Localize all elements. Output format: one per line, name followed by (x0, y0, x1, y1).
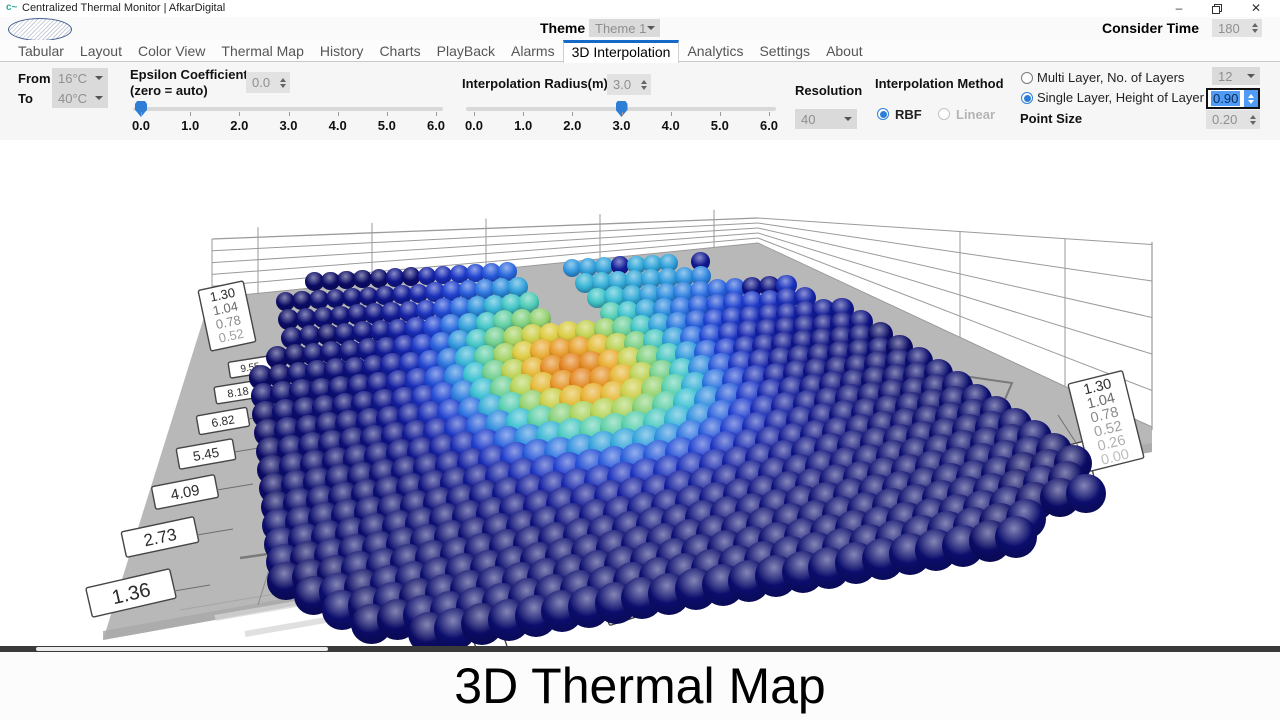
epsilon-slider-track[interactable] (133, 107, 443, 111)
resolution-label: Resolution (795, 83, 862, 98)
resolution-select[interactable]: 40 (795, 109, 857, 129)
slider-tick (338, 112, 339, 116)
multi-layer-label: Multi Layer, No. of Layers (1037, 70, 1184, 85)
rbf-radio-label: RBF (895, 107, 922, 122)
epsilon-spinner[interactable]: 0.0 (246, 72, 290, 93)
theme-label: Theme (540, 20, 585, 36)
spinner-arrows-icon[interactable] (1248, 23, 1262, 33)
from-select[interactable]: 16°C (52, 68, 108, 88)
spinner-arrows-icon[interactable] (276, 78, 290, 88)
theme-select[interactable]: Theme 1 (589, 19, 660, 37)
restore-button[interactable] (1201, 0, 1233, 17)
tab-color-view[interactable]: Color View (130, 40, 213, 62)
footer-caption-area: 3D Thermal Map (0, 652, 1280, 720)
thermal-sphere-field (0, 140, 1280, 646)
slider-tick (474, 112, 475, 116)
slider-tick-label: 0.0 (457, 118, 491, 133)
tab-tabular[interactable]: Tabular (10, 40, 72, 62)
slider-tick-label: 3.0 (272, 118, 306, 133)
radius-label: Interpolation Radius(m) (462, 76, 608, 91)
slider-tick-label: 3.0 (605, 118, 639, 133)
multi-layer-select[interactable]: 12 (1212, 67, 1260, 85)
slider-tick-label: 4.0 (321, 118, 355, 133)
tab-settings[interactable]: Settings (751, 40, 818, 62)
tab-playback[interactable]: PlayBack (429, 40, 503, 62)
tab-3d-interpolation[interactable]: 3D Interpolation (563, 40, 680, 63)
to-label: To (18, 91, 33, 106)
window-title: Centralized Thermal Monitor | AfkarDigit… (22, 2, 225, 14)
slider-tick-label: 0.0 (124, 118, 158, 133)
thermal-sphere (1066, 474, 1106, 514)
radius-spinner[interactable]: 3.0 (607, 74, 651, 95)
scrollbar-thumb[interactable] (36, 647, 328, 651)
slider-tick (239, 112, 240, 116)
restore-icon (1212, 4, 1222, 14)
slider-tick (289, 112, 290, 116)
slider-tick-label: 1.0 (506, 118, 540, 133)
tab-charts[interactable]: Charts (371, 40, 428, 62)
epsilon-label-line1: Epsilon Coefficient (130, 67, 248, 82)
slider-tick (387, 112, 388, 116)
slider-tick (720, 112, 721, 116)
multi-layer-radio[interactable] (1021, 72, 1033, 84)
slider-tick-label: 4.0 (654, 118, 688, 133)
menu-bar: Theme Theme 1 Consider Time 180 (0, 17, 1280, 40)
point-size-spinner[interactable]: 0.20 (1206, 110, 1260, 129)
title-bar: c~ Centralized Thermal Monitor | AfkarDi… (0, 0, 1280, 17)
spinner-arrows-icon[interactable] (1244, 90, 1258, 107)
tab-alarms[interactable]: Alarms (503, 40, 563, 62)
rbf-radio[interactable] (877, 108, 889, 120)
page-title: 3D Thermal Map (454, 657, 825, 715)
to-select[interactable]: 40°C (52, 88, 108, 108)
company-logo (8, 18, 72, 41)
interpolation-method-label: Interpolation Method (875, 76, 1004, 91)
slider-tick-label: 5.0 (703, 118, 737, 133)
chevron-down-icon (95, 76, 103, 80)
from-label: From (18, 71, 51, 86)
slider-tick-label: 1.0 (173, 118, 207, 133)
app-icon: c~ (6, 2, 17, 13)
tab-layout[interactable]: Layout (72, 40, 130, 62)
slider-tick (523, 112, 524, 116)
slider-tick (190, 112, 191, 116)
single-layer-label: Single Layer, Height of Layer (1037, 90, 1204, 105)
tab-bar: TabularLayoutColor ViewThermal MapHistor… (0, 40, 1280, 62)
tab-about[interactable]: About (818, 40, 871, 62)
point-size-label: Point Size (1020, 111, 1082, 126)
slider-tick-label: 6.0 (419, 118, 453, 133)
consider-time-spinner[interactable]: 180 (1212, 19, 1262, 37)
chevron-down-icon (647, 26, 655, 30)
single-layer-radio[interactable] (1021, 92, 1033, 104)
tab-thermal-map[interactable]: Thermal Map (213, 40, 311, 62)
slider-tick (572, 112, 573, 116)
slider-tick (671, 112, 672, 116)
slider-tick (769, 112, 770, 116)
consider-time-label: Consider Time (1102, 20, 1199, 36)
spinner-arrows-icon[interactable] (637, 80, 651, 90)
single-layer-height-spinner[interactable]: 0.90 (1206, 88, 1260, 109)
slider-tick-label: 5.0 (370, 118, 404, 133)
close-button[interactable]: ✕ (1240, 0, 1272, 17)
slider-tick (436, 112, 437, 116)
chevron-down-icon (1247, 74, 1255, 78)
chevron-down-icon (95, 96, 103, 100)
epsilon-label-line2: (zero = auto) (130, 83, 208, 98)
slider-tick (141, 112, 142, 116)
controls-panel: From 16°C To 40°C Epsilon Coefficient (z… (0, 62, 1280, 140)
chevron-down-icon (844, 117, 852, 121)
tab-history[interactable]: History (312, 40, 372, 62)
linear-radio (938, 108, 950, 120)
spinner-arrows-icon[interactable] (1246, 115, 1260, 125)
linear-radio-label: Linear (956, 107, 995, 122)
minimize-button[interactable]: – (1163, 0, 1195, 17)
slider-tick (622, 112, 623, 116)
slider-tick-label: 2.0 (222, 118, 256, 133)
tab-analytics[interactable]: Analytics (679, 40, 751, 62)
plot-3d-view[interactable]: 1.362.734.095.456.828.189.553.555.337.10… (0, 140, 1280, 646)
slider-tick-label: 6.0 (752, 118, 786, 133)
app-window: c~ Centralized Thermal Monitor | AfkarDi… (0, 0, 1280, 720)
thermal-sphere (995, 516, 1037, 558)
slider-tick-label: 2.0 (555, 118, 589, 133)
